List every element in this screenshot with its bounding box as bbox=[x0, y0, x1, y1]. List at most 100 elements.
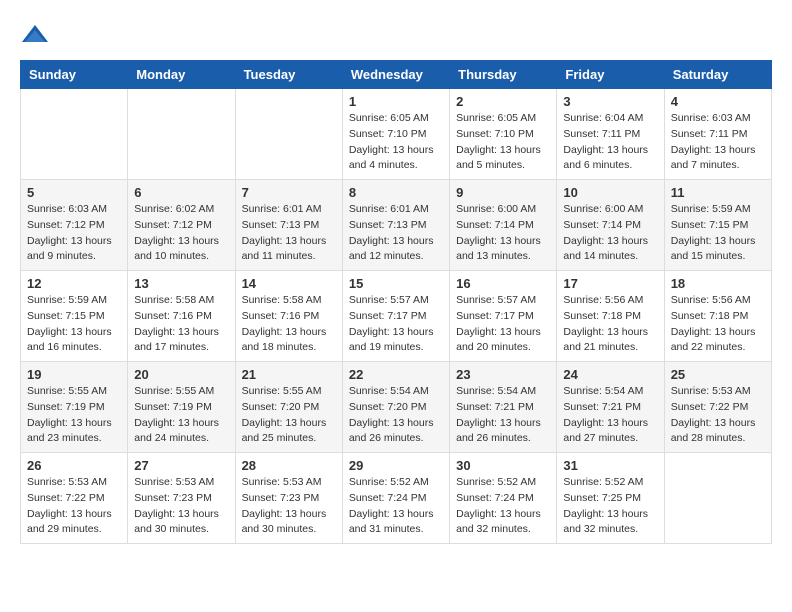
calendar-cell bbox=[664, 453, 771, 544]
day-number: 26 bbox=[27, 458, 121, 473]
day-info: Sunrise: 5:55 AM Sunset: 7:19 PM Dayligh… bbox=[27, 384, 121, 447]
day-number: 14 bbox=[242, 276, 336, 291]
day-number: 17 bbox=[563, 276, 657, 291]
day-info: Sunrise: 6:05 AM Sunset: 7:10 PM Dayligh… bbox=[349, 111, 443, 174]
calendar-cell bbox=[128, 89, 235, 180]
day-number: 18 bbox=[671, 276, 765, 291]
calendar-week-1: 1 Sunrise: 6:05 AM Sunset: 7:10 PM Daylig… bbox=[21, 89, 772, 180]
calendar-cell: 29 Sunrise: 5:52 AM Sunset: 7:24 PM Dayli… bbox=[342, 453, 449, 544]
day-info: Sunrise: 5:52 AM Sunset: 7:25 PM Dayligh… bbox=[563, 475, 657, 538]
logo-icon bbox=[20, 20, 50, 50]
day-number: 24 bbox=[563, 367, 657, 382]
column-header-thursday: Thursday bbox=[450, 61, 557, 89]
calendar-cell: 5Sunrise: 6:03 AM Sunset: 7:12 PM Daylig… bbox=[21, 180, 128, 271]
day-info: Sunrise: 5:52 AM Sunset: 7:24 PM Dayligh… bbox=[456, 475, 550, 538]
day-number: 2 bbox=[456, 94, 550, 109]
day-info: Sunrise: 5:52 AM Sunset: 7:24 PM Dayligh… bbox=[349, 475, 443, 538]
calendar-cell: 18Sunrise: 5:56 AM Sunset: 7:18 PM Dayli… bbox=[664, 271, 771, 362]
day-number: 3 bbox=[563, 94, 657, 109]
calendar-cell: 2 Sunrise: 6:05 AM Sunset: 7:10 PM Daylig… bbox=[450, 89, 557, 180]
day-number: 15 bbox=[349, 276, 443, 291]
calendar-cell: 20 Sunrise: 5:55 AM Sunset: 7:19 PM Dayli… bbox=[128, 362, 235, 453]
calendar-week-4: 19 Sunrise: 5:55 AM Sunset: 7:19 PM Dayli… bbox=[21, 362, 772, 453]
calendar-week-3: 12Sunrise: 5:59 AM Sunset: 7:15 PM Dayli… bbox=[21, 271, 772, 362]
day-info: Sunrise: 6:03 AM Sunset: 7:12 PM Dayligh… bbox=[27, 202, 121, 265]
column-header-sunday: Sunday bbox=[21, 61, 128, 89]
column-header-saturday: Saturday bbox=[664, 61, 771, 89]
day-number: 19 bbox=[27, 367, 121, 382]
day-info: Sunrise: 5:53 AM Sunset: 7:22 PM Dayligh… bbox=[671, 384, 765, 447]
day-info: Sunrise: 5:57 AM Sunset: 7:17 PM Dayligh… bbox=[456, 293, 550, 356]
calendar-cell: 22 Sunrise: 5:54 AM Sunset: 7:20 PM Dayli… bbox=[342, 362, 449, 453]
calendar-cell: 25 Sunrise: 5:53 AM Sunset: 7:22 PM Dayli… bbox=[664, 362, 771, 453]
calendar-cell: 8 Sunrise: 6:01 AM Sunset: 7:13 PM Daylig… bbox=[342, 180, 449, 271]
day-info: Sunrise: 6:05 AM Sunset: 7:10 PM Dayligh… bbox=[456, 111, 550, 174]
day-info: Sunrise: 5:59 AM Sunset: 7:15 PM Dayligh… bbox=[671, 202, 765, 265]
calendar-cell: 3 Sunrise: 6:04 AM Sunset: 7:11 PM Daylig… bbox=[557, 89, 664, 180]
calendar-week-5: 26 Sunrise: 5:53 AM Sunset: 7:22 PM Dayli… bbox=[21, 453, 772, 544]
day-info: Sunrise: 6:01 AM Sunset: 7:13 PM Dayligh… bbox=[349, 202, 443, 265]
day-number: 29 bbox=[349, 458, 443, 473]
calendar-cell: 14 Sunrise: 5:58 AM Sunset: 7:16 PM Dayli… bbox=[235, 271, 342, 362]
calendar-cell: 7 Sunrise: 6:01 AM Sunset: 7:13 PM Daylig… bbox=[235, 180, 342, 271]
day-number: 4 bbox=[671, 94, 765, 109]
calendar-cell: 31 Sunrise: 5:52 AM Sunset: 7:25 PM Dayli… bbox=[557, 453, 664, 544]
calendar-cell bbox=[235, 89, 342, 180]
day-number: 6 bbox=[134, 185, 228, 200]
day-number: 31 bbox=[563, 458, 657, 473]
day-info: Sunrise: 5:54 AM Sunset: 7:21 PM Dayligh… bbox=[563, 384, 657, 447]
calendar-cell: 30 Sunrise: 5:52 AM Sunset: 7:24 PM Dayli… bbox=[450, 453, 557, 544]
day-info: Sunrise: 5:53 AM Sunset: 7:22 PM Dayligh… bbox=[27, 475, 121, 538]
day-number: 22 bbox=[349, 367, 443, 382]
calendar-cell: 13 Sunrise: 5:58 AM Sunset: 7:16 PM Dayli… bbox=[128, 271, 235, 362]
day-info: Sunrise: 6:02 AM Sunset: 7:12 PM Dayligh… bbox=[134, 202, 228, 265]
calendar-cell: 24 Sunrise: 5:54 AM Sunset: 7:21 PM Dayli… bbox=[557, 362, 664, 453]
day-number: 27 bbox=[134, 458, 228, 473]
day-info: Sunrise: 5:55 AM Sunset: 7:20 PM Dayligh… bbox=[242, 384, 336, 447]
day-number: 20 bbox=[134, 367, 228, 382]
calendar-cell: 4 Sunrise: 6:03 AM Sunset: 7:11 PM Daylig… bbox=[664, 89, 771, 180]
day-info: Sunrise: 5:58 AM Sunset: 7:16 PM Dayligh… bbox=[242, 293, 336, 356]
column-header-friday: Friday bbox=[557, 61, 664, 89]
logo bbox=[20, 20, 54, 50]
day-info: Sunrise: 5:56 AM Sunset: 7:18 PM Dayligh… bbox=[563, 293, 657, 356]
calendar-cell bbox=[21, 89, 128, 180]
calendar-cell: 17 Sunrise: 5:56 AM Sunset: 7:18 PM Dayli… bbox=[557, 271, 664, 362]
day-info: Sunrise: 5:53 AM Sunset: 7:23 PM Dayligh… bbox=[134, 475, 228, 538]
day-number: 11 bbox=[671, 185, 765, 200]
calendar-cell: 12Sunrise: 5:59 AM Sunset: 7:15 PM Dayli… bbox=[21, 271, 128, 362]
page-header bbox=[20, 20, 772, 50]
day-info: Sunrise: 6:00 AM Sunset: 7:14 PM Dayligh… bbox=[563, 202, 657, 265]
day-number: 12 bbox=[27, 276, 121, 291]
day-number: 13 bbox=[134, 276, 228, 291]
day-info: Sunrise: 5:54 AM Sunset: 7:20 PM Dayligh… bbox=[349, 384, 443, 447]
column-header-wednesday: Wednesday bbox=[342, 61, 449, 89]
day-number: 7 bbox=[242, 185, 336, 200]
calendar-cell: 27 Sunrise: 5:53 AM Sunset: 7:23 PM Dayli… bbox=[128, 453, 235, 544]
day-number: 8 bbox=[349, 185, 443, 200]
calendar-cell: 1 Sunrise: 6:05 AM Sunset: 7:10 PM Daylig… bbox=[342, 89, 449, 180]
day-number: 30 bbox=[456, 458, 550, 473]
calendar-cell: 26 Sunrise: 5:53 AM Sunset: 7:22 PM Dayli… bbox=[21, 453, 128, 544]
calendar-cell: 6 Sunrise: 6:02 AM Sunset: 7:12 PM Daylig… bbox=[128, 180, 235, 271]
day-number: 9 bbox=[456, 185, 550, 200]
day-number: 21 bbox=[242, 367, 336, 382]
calendar-header-row: SundayMondayTuesdayWednesdayThursdayFrid… bbox=[21, 61, 772, 89]
day-number: 23 bbox=[456, 367, 550, 382]
day-number: 16 bbox=[456, 276, 550, 291]
column-header-monday: Monday bbox=[128, 61, 235, 89]
column-header-tuesday: Tuesday bbox=[235, 61, 342, 89]
calendar-cell: 23Sunrise: 5:54 AM Sunset: 7:21 PM Dayli… bbox=[450, 362, 557, 453]
day-number: 25 bbox=[671, 367, 765, 382]
day-info: Sunrise: 5:55 AM Sunset: 7:19 PM Dayligh… bbox=[134, 384, 228, 447]
day-info: Sunrise: 5:57 AM Sunset: 7:17 PM Dayligh… bbox=[349, 293, 443, 356]
day-info: Sunrise: 5:58 AM Sunset: 7:16 PM Dayligh… bbox=[134, 293, 228, 356]
day-info: Sunrise: 6:01 AM Sunset: 7:13 PM Dayligh… bbox=[242, 202, 336, 265]
calendar-cell: 9 Sunrise: 6:00 AM Sunset: 7:14 PM Daylig… bbox=[450, 180, 557, 271]
day-info: Sunrise: 6:00 AM Sunset: 7:14 PM Dayligh… bbox=[456, 202, 550, 265]
day-number: 1 bbox=[349, 94, 443, 109]
day-info: Sunrise: 6:03 AM Sunset: 7:11 PM Dayligh… bbox=[671, 111, 765, 174]
calendar-cell: 21 Sunrise: 5:55 AM Sunset: 7:20 PM Dayli… bbox=[235, 362, 342, 453]
calendar-cell: 11 Sunrise: 5:59 AM Sunset: 7:15 PM Dayli… bbox=[664, 180, 771, 271]
day-info: Sunrise: 6:04 AM Sunset: 7:11 PM Dayligh… bbox=[563, 111, 657, 174]
